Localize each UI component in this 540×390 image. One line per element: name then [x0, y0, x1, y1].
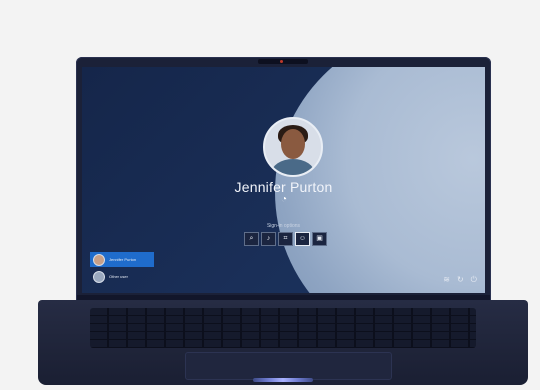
signin-options-label: Sign-in options	[266, 223, 301, 229]
power-icon[interactable]: ⏻	[471, 275, 477, 285]
user-item-label: Jennifer Purton	[109, 257, 137, 262]
face-icon[interactable]: ☺	[295, 232, 310, 246]
fingerprint-icon[interactable]: ⌗	[278, 232, 293, 246]
signin-options: ⌕ ♪ ⌗ ☺ ▣	[244, 232, 327, 246]
avatar-body	[271, 159, 315, 175]
security-key-icon[interactable]: ▣	[312, 232, 327, 246]
accessibility-icon[interactable]: ↻	[457, 275, 464, 285]
light-bar	[253, 378, 313, 382]
mini-avatar	[93, 270, 105, 283]
user-avatar	[263, 117, 323, 177]
microphone-icon[interactable]: ♪	[261, 232, 276, 246]
laptop-base	[38, 300, 528, 385]
magnifier-icon[interactable]: ⌕	[244, 232, 259, 246]
user-name: Jennifer Purton	[234, 179, 333, 195]
wifi-icon[interactable]: ≋	[443, 275, 450, 285]
touchpad	[185, 352, 392, 380]
lock-screen: Jennifer Purton ◔ Sign-in options ⌕ ♪ ⌗ …	[82, 67, 485, 293]
camera-bar	[258, 59, 308, 64]
windows-hello-icon: ◔	[280, 194, 288, 205]
camera-indicator-icon	[280, 60, 283, 63]
avatar-face	[281, 129, 305, 159]
keyboard	[90, 308, 476, 348]
user-item-label: Other user	[109, 274, 128, 279]
system-icons: ≋ ↻ ⏻	[443, 275, 477, 285]
user-item-other[interactable]: Other user	[90, 269, 154, 284]
mini-avatar	[93, 253, 105, 266]
user-item-jennifer[interactable]: Jennifer Purton	[90, 252, 154, 267]
user-list: Jennifer Purton Other user	[90, 252, 154, 286]
laptop-lid: Jennifer Purton ◔ Sign-in options ⌕ ♪ ⌗ …	[76, 57, 491, 302]
